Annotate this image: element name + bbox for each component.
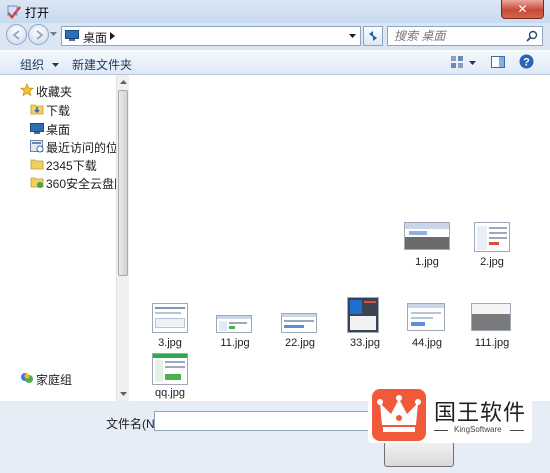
preview-pane-icon[interactable] <box>491 55 505 69</box>
image-thumbnail <box>216 315 252 333</box>
folder-icon <box>30 159 44 170</box>
title-bar: 打开 ✕ <box>0 0 550 23</box>
command-bar: 组织 新建文件夹 ? <box>0 50 550 75</box>
chevron-down-icon <box>52 63 60 67</box>
file-item[interactable]: 1.jpg <box>400 222 454 272</box>
homegroup-icon <box>21 373 33 383</box>
watermark-logo: 国王软件 KingSoftware <box>368 385 532 443</box>
sidebar-item-label: 2345下载 <box>46 159 97 173</box>
open-button[interactable] <box>384 441 454 467</box>
nav-pane-scrollbar-thumb[interactable] <box>118 90 128 276</box>
recent-locations-dropdown-icon[interactable] <box>50 32 57 37</box>
file-list: 1.jpg 2.jpg 3.jpg 11.jpg 22.jpg 33.jpg 4… <box>129 75 550 401</box>
file-name: qq.jpg <box>155 387 185 399</box>
image-thumbnail <box>407 303 445 331</box>
watermark-subtitle: KingSoftware <box>454 425 502 434</box>
image-thumbnail <box>347 297 379 333</box>
file-name: 1.jpg <box>415 256 439 268</box>
refresh-button[interactable] <box>363 26 383 46</box>
file-name: 33.jpg <box>350 337 380 349</box>
sidebar-item-label: 桌面 <box>46 123 71 137</box>
file-name: 111.jpg <box>474 337 510 349</box>
address-dropdown-icon[interactable] <box>349 34 356 38</box>
back-arrow-icon <box>12 30 20 40</box>
cloud-sync-folder-icon <box>30 177 44 188</box>
file-item[interactable]: 11.jpg <box>208 303 262 353</box>
sidebar-item-label: 家庭组 <box>36 373 73 387</box>
refresh-icon <box>369 31 377 41</box>
watermark-brand: 国王软件 <box>434 401 527 426</box>
file-item[interactable]: 22.jpg <box>273 303 327 353</box>
image-thumbnail <box>404 222 450 250</box>
file-name: 2.jpg <box>480 256 504 268</box>
scroll-down-icon[interactable] <box>118 389 129 399</box>
sidebar-item-label: 下载 <box>46 104 71 118</box>
address-location[interactable]: 桌面 <box>83 29 107 46</box>
organize-label: 组织 <box>20 58 45 72</box>
desktop-icon <box>65 30 79 41</box>
navigation-pane: 收藏夹 下载 桌面 最近访问的位置 2345下载 360安全云盘同步 家庭组 <box>0 75 138 401</box>
image-thumbnail <box>281 313 317 333</box>
back-button[interactable] <box>6 24 27 45</box>
watermark-divider <box>434 430 448 431</box>
file-item[interactable]: 2.jpg <box>465 222 519 272</box>
star-icon <box>20 83 34 97</box>
help-icon[interactable]: ? <box>519 54 534 69</box>
address-bar[interactable]: 桌面 <box>61 26 361 46</box>
download-folder-icon <box>30 104 44 115</box>
search-icon[interactable] <box>526 30 538 42</box>
view-dropdown-icon[interactable] <box>469 61 476 65</box>
view-options-icon[interactable] <box>450 55 464 69</box>
watermark-divider <box>510 430 524 431</box>
recent-places-icon <box>30 140 44 153</box>
file-name: 44.jpg <box>412 337 442 349</box>
close-button[interactable]: ✕ <box>501 0 544 19</box>
file-item[interactable]: qq.jpg <box>143 353 197 403</box>
file-name: 3.jpg <box>158 337 182 349</box>
navigation-bar: 桌面 <box>0 23 550 48</box>
forward-button[interactable] <box>28 24 49 45</box>
organize-button[interactable]: 组织 <box>20 56 60 73</box>
image-thumbnail <box>152 303 188 333</box>
desktop-icon <box>30 123 44 134</box>
file-name: 11.jpg <box>220 337 250 349</box>
scroll-up-icon[interactable] <box>118 77 129 87</box>
search-box[interactable] <box>387 26 543 46</box>
sidebar-item-label: 收藏夹 <box>36 85 73 99</box>
nav-pane-scrollbar[interactable] <box>116 75 129 401</box>
app-icon <box>7 5 21 19</box>
crown-logo-icon <box>372 389 426 441</box>
svg-text:?: ? <box>523 57 530 69</box>
file-item[interactable]: 44.jpg <box>400 303 454 353</box>
filename-input[interactable] <box>154 411 373 431</box>
new-folder-button[interactable]: 新建文件夹 <box>72 56 132 73</box>
chevron-right-icon[interactable] <box>110 32 115 40</box>
forward-arrow-icon <box>36 30 44 40</box>
image-thumbnail <box>471 303 511 331</box>
image-thumbnail <box>474 222 510 252</box>
file-item[interactable]: 33.jpg <box>338 297 392 349</box>
file-name: 22.jpg <box>285 337 315 349</box>
open-file-dialog: 打开 ✕ 桌面 搜索 桌面 组织 新建文件夹 ? 收藏夹 下载 桌面 最近访问的… <box>0 0 550 473</box>
file-item[interactable]: 111.jpg <box>465 303 519 353</box>
window-title: 打开 <box>25 6 50 20</box>
search-input[interactable] <box>388 27 530 45</box>
image-thumbnail <box>152 353 188 385</box>
file-item[interactable]: 3.jpg <box>143 303 197 353</box>
